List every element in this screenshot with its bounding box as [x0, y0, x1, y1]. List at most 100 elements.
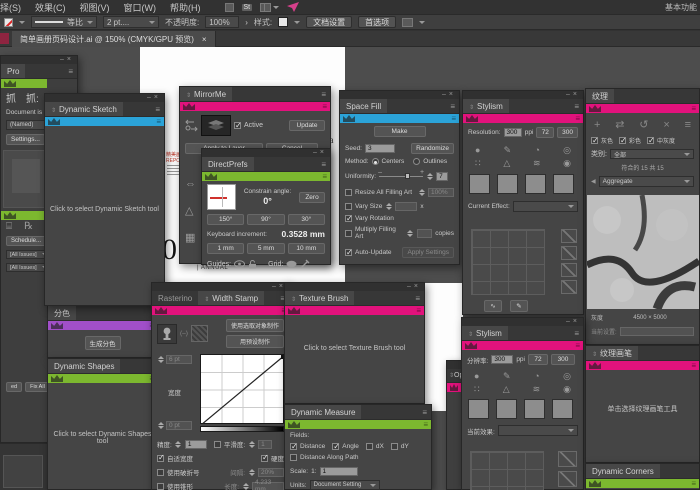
grab-tool-icon[interactable]: 抓 [6, 90, 16, 105]
rotate-axes-icon[interactable]: △ [185, 206, 196, 217]
tab-stylism-cn[interactable]: Stylism [462, 326, 508, 340]
tab-rasterino[interactable]: Rasterino [152, 291, 198, 305]
scale-input[interactable]: 1 [320, 467, 358, 476]
panel-menu-icon[interactable]: ≡ [574, 102, 583, 111]
opacity-input[interactable]: 100% [205, 16, 239, 28]
tab-texture-brush[interactable]: Texture Brush [285, 291, 354, 305]
texture-settings-icon[interactable]: ≡ [685, 119, 691, 131]
menu-view[interactable]: 视图(V) [80, 1, 110, 14]
res-300-button[interactable]: 300 [557, 127, 578, 138]
window-buttons[interactable]: –× [407, 283, 421, 291]
panel-menu-icon[interactable]: ≡ [415, 294, 424, 303]
tab-dynamic-sketch[interactable]: Dynamic Sketch [45, 102, 123, 116]
effect-swatch[interactable] [553, 174, 574, 194]
grayscale-checkbox[interactable] [591, 137, 598, 144]
vary-size-input[interactable] [395, 202, 417, 211]
adobe-stock-badge[interactable]: St [242, 4, 253, 11]
apply-settings-button[interactable]: Apply Settings [402, 247, 454, 258]
grid-visibility-icon[interactable] [286, 260, 297, 268]
document-tab[interactable]: 简单画册页码设计.ai @ 150% (CMYK/GPU 预览) × [12, 31, 216, 47]
time-effect-icon[interactable]: ◔ [534, 146, 539, 155]
generate-separations-button[interactable]: 生成分色 [85, 336, 121, 350]
uniformity-slider[interactable]: –+ [379, 172, 423, 180]
3d-effect-icon[interactable]: ● [474, 372, 479, 381]
registry-icon[interactable]: ℞ [24, 222, 33, 232]
texture-name-dropdown[interactable]: Aggregate [599, 176, 694, 187]
angle-90-button[interactable]: 90° [247, 214, 284, 225]
ed-button[interactable]: ed [6, 382, 22, 392]
distort-effect-icon[interactable]: △ [503, 159, 510, 168]
smoothness-checkbox[interactable] [214, 441, 221, 448]
twirl-effect-icon[interactable]: ◎ [563, 372, 571, 381]
brand-menu-icon[interactable]: ≡ [416, 306, 421, 315]
texture-preview[interactable] [587, 195, 699, 309]
guides-lock-icon[interactable] [248, 260, 257, 269]
precision-stepper[interactable] [175, 439, 182, 449]
stroke-swatch-icon[interactable] [4, 18, 13, 27]
effect-swatch[interactable] [525, 174, 546, 194]
panel-menu-icon[interactable]: ≡ [68, 67, 77, 76]
current-effect-dropdown[interactable] [513, 201, 578, 212]
res-72-button[interactable]: 72 [528, 354, 548, 365]
panel-menu-icon[interactable]: ≡ [321, 90, 330, 99]
dy-checkbox[interactable] [391, 443, 398, 450]
time-effect-icon[interactable]: ◔ [534, 372, 539, 381]
length-input[interactable]: 4.233 mm [252, 482, 284, 490]
wave-effect-icon[interactable]: ≋ [533, 159, 541, 168]
swap-texture-icon[interactable]: ⇄ [615, 118, 624, 131]
tab-dynamic-shapes[interactable]: Dynamic Shapes [48, 359, 120, 373]
brush-effect-icon[interactable]: ✎ [504, 146, 512, 155]
brand-menu-icon[interactable]: ≡ [322, 172, 327, 181]
effect-swatch[interactable] [468, 399, 489, 419]
uniformity-stepper[interactable] [426, 171, 433, 181]
smoothness-stepper[interactable] [248, 439, 255, 449]
menu-effect[interactable]: 效果(C) [35, 1, 66, 14]
zero-button[interactable]: Zero [299, 192, 325, 203]
seed-input[interactable]: 3 [365, 144, 395, 153]
brand-menu-icon[interactable]: ≡ [575, 341, 580, 350]
distance-along-path-checkbox[interactable] [290, 454, 297, 461]
category-dropdown[interactable]: 全部 [610, 149, 694, 159]
window-buttons[interactable]: –× [442, 91, 456, 99]
tab-directprefs[interactable]: DirectPrefs [202, 157, 254, 171]
vary-size-stepper[interactable] [385, 201, 392, 211]
chevron-down-icon[interactable] [19, 21, 25, 24]
increment-5mm-button[interactable]: 5 mm [247, 243, 284, 254]
effect-grid[interactable] [471, 229, 545, 295]
reset-texture-icon[interactable]: ↺ [639, 118, 648, 131]
res-72-button[interactable]: 72 [536, 127, 554, 138]
smoothness-input[interactable]: 1 [258, 440, 272, 449]
axes-icon[interactable] [185, 119, 198, 132]
effect-swatch[interactable] [469, 174, 490, 194]
make-from-preset-button[interactable]: 用预设制作 [226, 335, 284, 348]
length-stepper[interactable] [242, 481, 249, 490]
vary-size-checkbox[interactable] [345, 203, 352, 210]
outlines-radio[interactable] [413, 158, 420, 165]
hardness-checkbox[interactable] [261, 455, 268, 462]
arrange-documents-icon[interactable] [225, 3, 234, 12]
auto-update-checkbox[interactable] [345, 249, 352, 256]
settings-button[interactable]: Settings... [6, 134, 45, 145]
3d-effect-icon[interactable]: ● [475, 146, 480, 155]
chevron-down-icon[interactable] [419, 21, 425, 24]
centers-radio[interactable] [372, 158, 379, 165]
active-checkbox[interactable] [234, 122, 241, 129]
dot-effect-icon[interactable]: ◉ [563, 385, 571, 394]
angle-30-button[interactable]: 30° [288, 214, 325, 225]
effect-swatch[interactable] [497, 174, 518, 194]
angle-checkbox[interactable] [332, 443, 339, 450]
units-dropdown[interactable]: Document Setting [310, 480, 380, 490]
window-buttons[interactable]: –× [566, 91, 580, 99]
twirl-effect-icon[interactable]: ◎ [563, 146, 571, 155]
tab-width-stamp[interactable]: Width Stamp [198, 291, 264, 305]
pattern-swatch[interactable] [191, 325, 208, 342]
dx-checkbox[interactable] [366, 443, 373, 450]
brand-menu-icon[interactable]: ≡ [575, 114, 580, 123]
panel-menu-icon[interactable]: ≡ [155, 105, 164, 114]
resize-stepper[interactable] [418, 187, 425, 197]
chevron-right-icon[interactable]: › [245, 18, 248, 27]
grab-annotate-tool-icon[interactable]: 抓: [26, 90, 39, 105]
tab-dynamic-corners[interactable]: Dynamic Corners [586, 464, 660, 478]
increment-10mm-button[interactable]: 10 mm [288, 243, 325, 254]
scatter-effect-icon[interactable]: ∷ [475, 159, 481, 168]
